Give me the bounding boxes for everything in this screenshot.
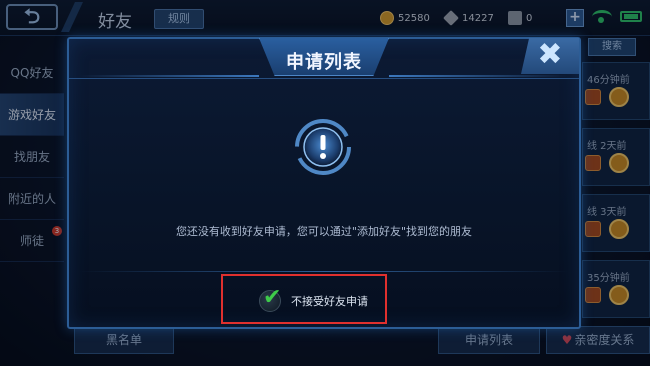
dialog-title: 申请列表: [286, 52, 362, 73]
footer-divider: [79, 271, 569, 272]
alert-icon: [295, 119, 351, 175]
header-divider: [389, 75, 569, 77]
checkbox[interactable]: ✔: [259, 285, 281, 312]
close-icon: ✖: [537, 37, 563, 72]
dialog-header: 申请列表 ✖: [69, 38, 579, 79]
check-icon: ✔: [263, 285, 282, 310]
empty-message: 您还没有收到好友申请，您可以通过"添加好友"找到您的朋友: [175, 225, 473, 238]
toggle-label: 不接受好友申请: [291, 295, 368, 308]
header-divider: [79, 75, 259, 77]
apply-list-dialog: 申请列表 ✖ 您还没有收到好友申请，您可以通过"添加好友"找到您的朋友 ✔ 不接…: [67, 37, 581, 329]
close-button[interactable]: ✖: [521, 38, 579, 74]
reject-requests-toggle[interactable]: ✔ 不接受好友申请: [221, 274, 387, 324]
